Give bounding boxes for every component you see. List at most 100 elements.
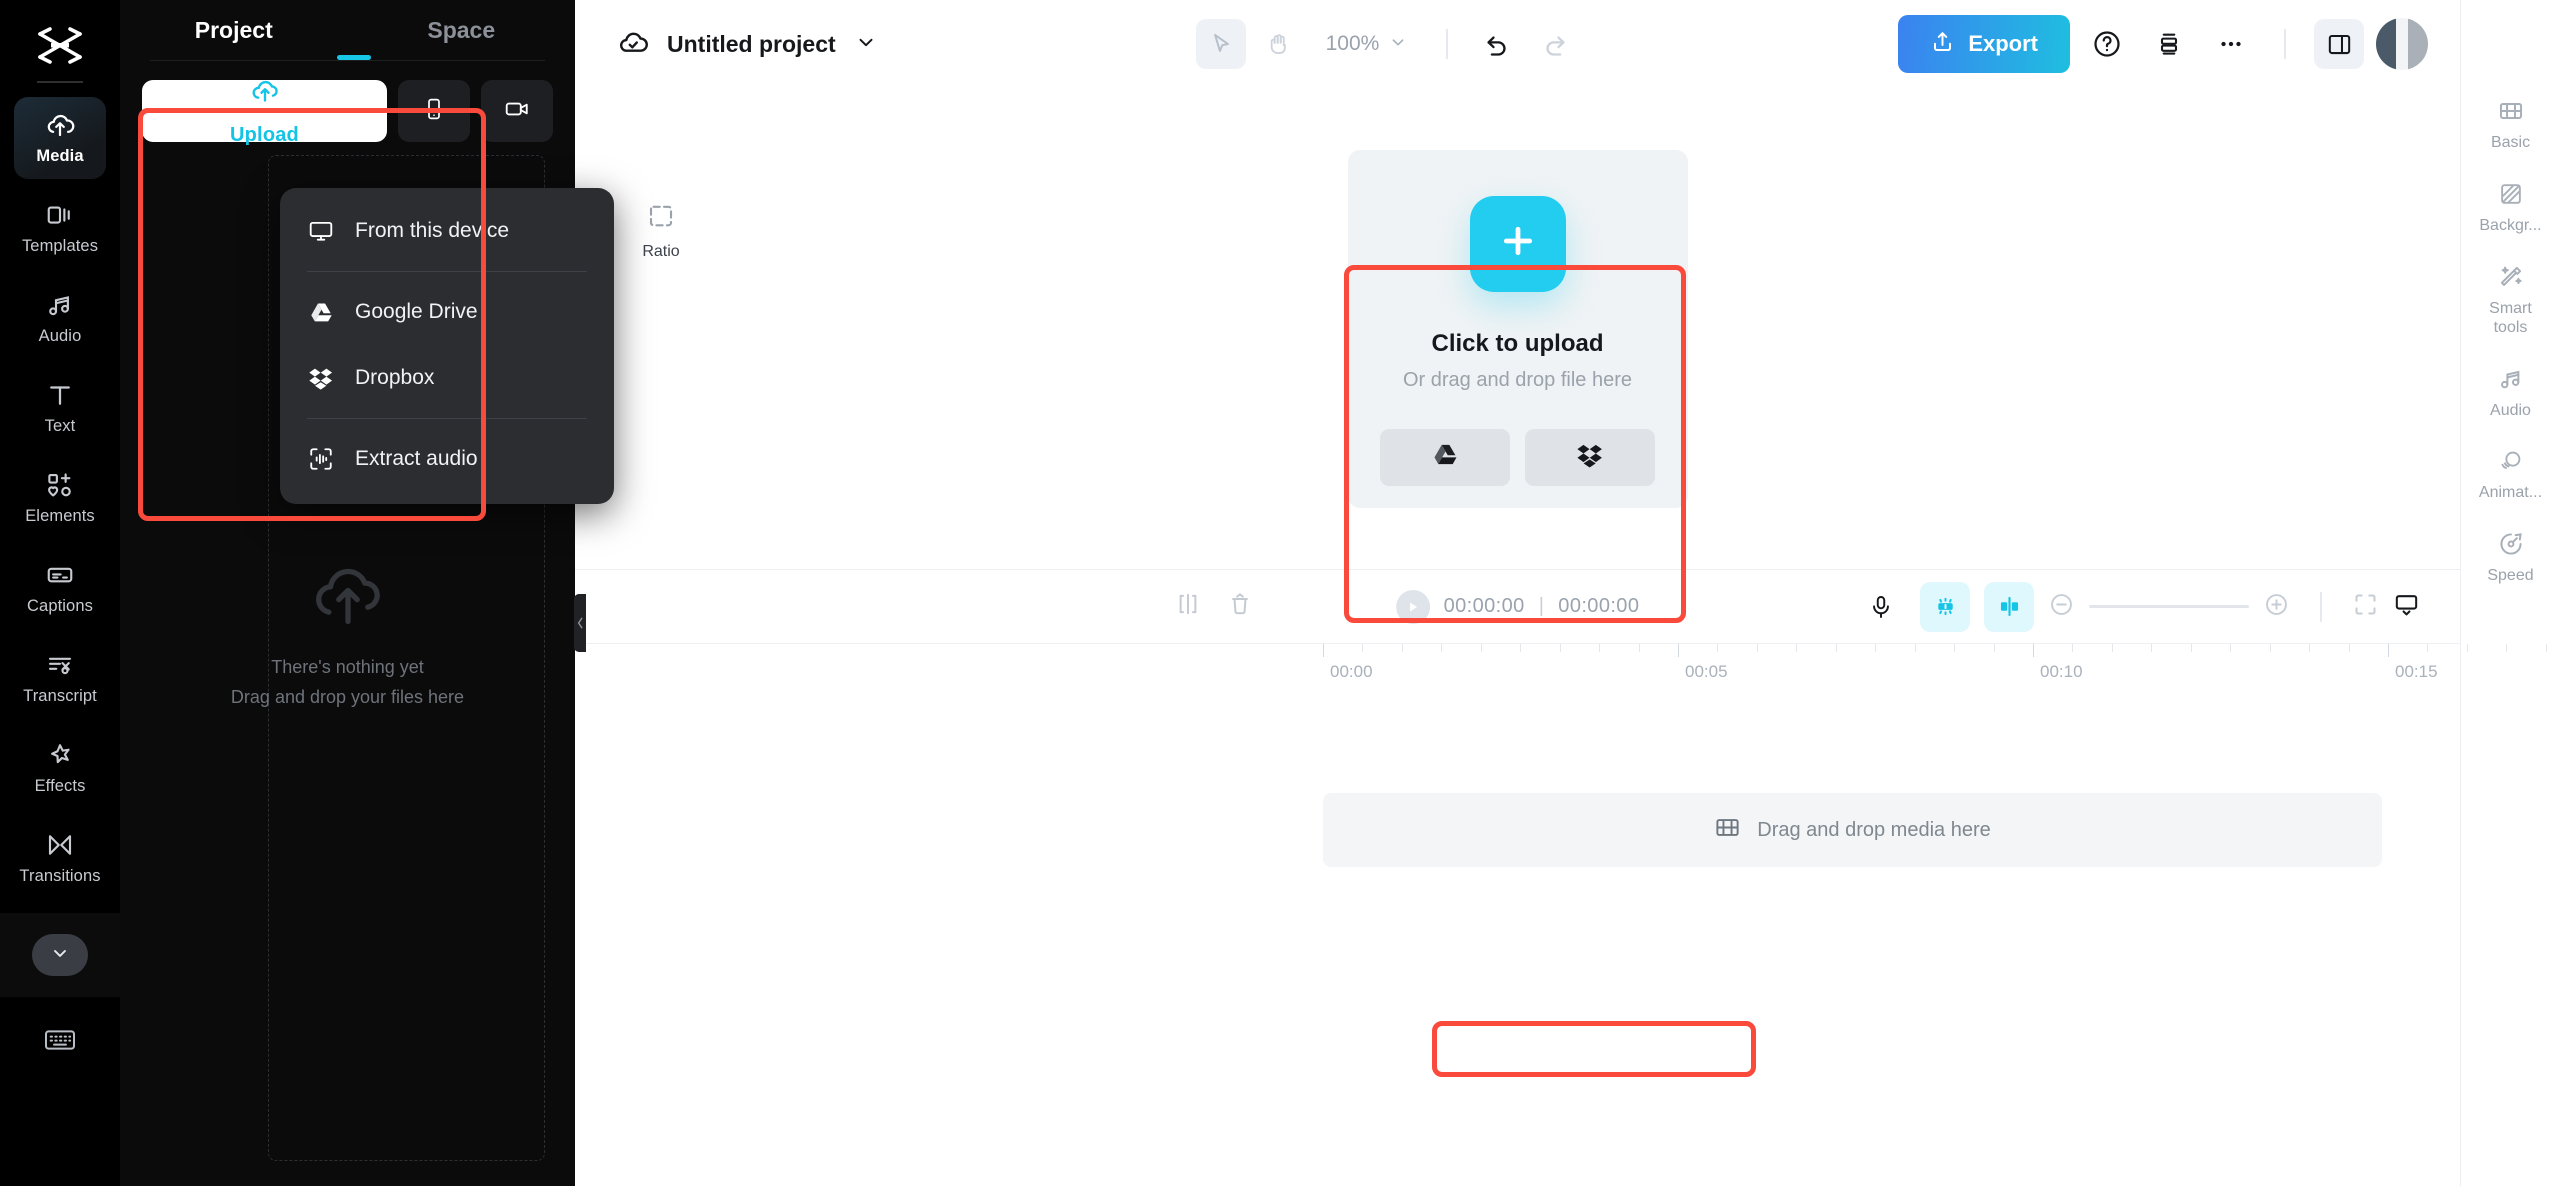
redo-button[interactable] — [1530, 19, 1580, 69]
ruler-tick-minor — [1362, 644, 1363, 652]
media-empty-state: There's nothing yet Drag and drop your f… — [120, 560, 575, 708]
ruler-tick-minor — [2349, 644, 2350, 652]
menu-item-dropbox[interactable]: Dropbox — [280, 345, 614, 411]
active-tab-indicator — [337, 55, 371, 60]
avatar[interactable] — [2376, 18, 2428, 70]
play-button[interactable] — [1396, 590, 1430, 624]
right-item-label: Audio — [2490, 402, 2531, 421]
undo-button[interactable] — [1472, 19, 1522, 69]
ruler-tick-minor — [1994, 644, 1995, 652]
zoom-level-selector[interactable]: 100% — [1326, 32, 1409, 57]
split-clip-button[interactable] — [1984, 582, 2034, 632]
timeline-dropzone[interactable]: Drag and drop media here — [1323, 793, 2382, 867]
zoom-in-button[interactable] — [2263, 591, 2290, 623]
captions-icon — [45, 560, 75, 590]
capcut-logo-icon — [29, 22, 91, 72]
toolbar-divider — [1446, 29, 1448, 59]
ratio-button[interactable]: Ratio — [615, 190, 707, 272]
ruler-tick-minor — [1481, 644, 1482, 652]
ruler-tick-label: 00:05 — [1685, 662, 1728, 682]
right-item-smart-tools[interactable]: Smarttools — [2467, 262, 2555, 338]
ruler-tick-label: 00:15 — [2395, 662, 2438, 682]
tab-project[interactable]: Project — [120, 0, 348, 60]
ruler-tick-minor — [2191, 644, 2192, 652]
export-button[interactable]: Export — [1898, 15, 2070, 73]
upload-card-title: Click to upload — [1431, 330, 1603, 358]
right-item-background[interactable]: Backgr... — [2467, 179, 2555, 236]
cloud-upload-large-icon — [307, 560, 389, 631]
timeline-zoom-slider[interactable] — [2089, 605, 2249, 608]
sidebar-item-captions[interactable]: Captions — [14, 547, 106, 629]
media-panel: Project Space Upload — [120, 0, 575, 1186]
sidebar-label: Media — [36, 147, 83, 166]
tab-space[interactable]: Space — [348, 0, 576, 60]
dropbox-icon — [1576, 441, 1604, 474]
extract-audio-icon — [307, 445, 335, 473]
zoom-out-button[interactable] — [2048, 591, 2075, 623]
right-item-speed[interactable]: Speed — [2467, 529, 2555, 586]
page-title: Untitled project — [667, 31, 836, 58]
right-item-label: Basic — [2491, 134, 2530, 153]
sidebar-item-transcript[interactable]: Transcript — [14, 637, 106, 719]
sidebar-item-templates[interactable]: Templates — [14, 187, 106, 269]
sidebar-item-effects[interactable]: Effects — [14, 727, 106, 809]
help-button[interactable] — [2082, 19, 2132, 69]
collapse-rail-button[interactable] — [32, 934, 88, 976]
record-button[interactable] — [481, 80, 553, 142]
right-item-animation[interactable]: Animat... — [2467, 446, 2555, 503]
preview-monitor-button[interactable] — [2393, 591, 2420, 623]
sidebar-item-text[interactable]: Text — [14, 367, 106, 449]
google-drive-upload-button[interactable] — [1380, 429, 1510, 486]
dropbox-upload-button[interactable] — [1525, 429, 1655, 486]
panel-collapse-handle[interactable] — [574, 594, 586, 652]
chevron-down-icon[interactable] — [854, 30, 878, 59]
ruler-tick-minor — [1915, 644, 1916, 652]
from-phone-button[interactable] — [398, 80, 470, 142]
timeline-ruler[interactable]: 00:0000:0500:1000:1500:20 — [575, 643, 2460, 705]
ruler-tick-minor — [2427, 644, 2428, 652]
sidebar-item-transitions[interactable]: Transitions — [14, 817, 106, 899]
upload-plus-button[interactable] — [1470, 196, 1566, 292]
speed-gauge-icon — [2496, 529, 2526, 559]
sparkle-star-icon — [45, 740, 75, 770]
record-voiceover-button[interactable] — [1856, 582, 1906, 632]
right-properties-rail: Basic Backgr... Smarttools — [2460, 0, 2560, 1186]
right-item-basic[interactable]: Basic — [2467, 96, 2555, 153]
chevron-down-icon — [1388, 32, 1408, 57]
ruler-tick-minor — [2230, 644, 2231, 652]
timeline-right-tools — [1856, 582, 2460, 632]
panel-layout-toggle[interactable] — [2314, 19, 2364, 69]
click-to-upload-card[interactable]: Click to upload Or drag and drop file he… — [1348, 150, 1688, 508]
menu-item-extract-audio[interactable]: Extract audio — [280, 426, 614, 492]
topbar-actions: Export — [1898, 15, 2460, 73]
menu-item-from-this-device[interactable]: From this device — [280, 198, 614, 264]
sidebar-item-media[interactable]: Media — [14, 97, 106, 179]
ruler-tick-minor — [1599, 644, 1600, 652]
export-button-label: Export — [1968, 31, 2038, 57]
zoom-level-label: 100% — [1326, 32, 1380, 56]
upload-button-row: Upload — [120, 61, 575, 142]
ratio-frame-icon — [646, 201, 676, 236]
menu-item-google-drive[interactable]: Google Drive — [280, 279, 614, 345]
magic-wand-icon — [2496, 262, 2526, 292]
layers-button[interactable] — [2144, 19, 2194, 69]
select-tool[interactable] — [1196, 19, 1246, 69]
upload-button[interactable]: Upload — [142, 80, 387, 142]
split-button[interactable] — [1175, 591, 1201, 622]
sidebar-item-elements[interactable]: Elements — [14, 457, 106, 539]
right-item-audio[interactable]: Audio — [2467, 364, 2555, 421]
menu-divider — [307, 418, 587, 419]
right-item-label: Smarttools — [2489, 300, 2532, 338]
share-up-icon — [1930, 29, 1955, 59]
fit-to-screen-button[interactable] — [2352, 591, 2379, 623]
empty-line-2: Drag and drop your files here — [231, 687, 464, 708]
auto-cut-button[interactable] — [1920, 582, 1970, 632]
sidebar-item-audio[interactable]: Audio — [14, 277, 106, 359]
timeline-tracks: Drag and drop media here — [575, 705, 2460, 1186]
pan-tool[interactable] — [1254, 19, 1304, 69]
ratio-label: Ratio — [642, 243, 679, 261]
more-options-button[interactable] — [2206, 19, 2256, 69]
keyboard-shortcuts-button[interactable] — [40, 1027, 80, 1057]
delete-button[interactable] — [1227, 591, 1253, 622]
menu-item-label: Extract audio — [355, 447, 478, 471]
